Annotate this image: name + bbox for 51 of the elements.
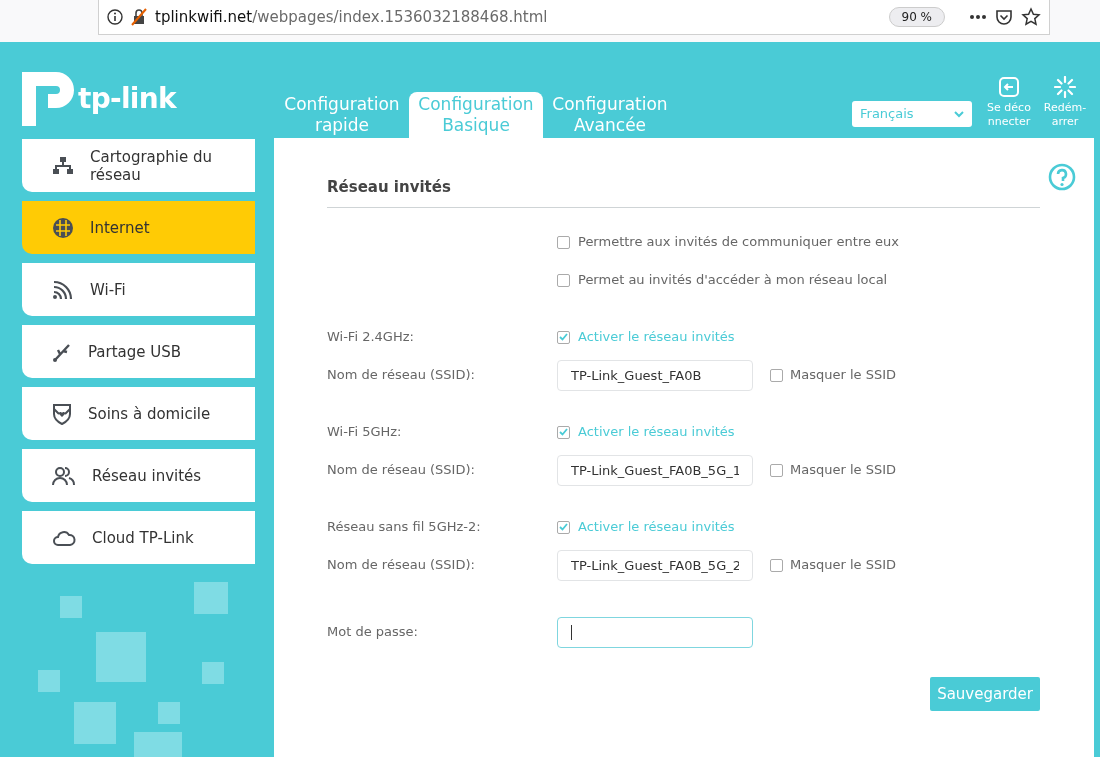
sidebar-item[interactable]: Réseau invités bbox=[22, 449, 255, 502]
checkbox[interactable] bbox=[557, 235, 570, 249]
checkbox-label[interactable]: Permet au invités d'accéder à mon réseau local bbox=[578, 270, 888, 290]
shield-icon bbox=[52, 402, 72, 425]
checkbox[interactable] bbox=[557, 330, 570, 344]
chevron-down-icon bbox=[954, 110, 964, 118]
field-label: Réseau sans fil 5GHz-2: bbox=[327, 519, 481, 535]
crossed-lock-icon[interactable] bbox=[131, 8, 147, 26]
help-icon[interactable] bbox=[1048, 163, 1076, 191]
sidebar-item[interactable]: Soins à domicile bbox=[22, 387, 255, 440]
logo-text: tp-link bbox=[78, 81, 176, 117]
globe-icon bbox=[52, 216, 74, 239]
checkbox[interactable] bbox=[770, 558, 783, 572]
people-icon bbox=[52, 465, 76, 486]
checkbox-label[interactable]: Masquer le SSID bbox=[790, 555, 896, 575]
checkbox[interactable] bbox=[557, 273, 570, 287]
checkbox-label[interactable]: Permettre aux invités de communiquer entre eux bbox=[578, 232, 900, 252]
info-icon[interactable] bbox=[107, 9, 123, 25]
spinner-icon bbox=[1054, 76, 1076, 98]
wifi-icon bbox=[52, 279, 74, 300]
checkbox[interactable] bbox=[557, 520, 570, 534]
sidebar-item[interactable]: Partage USB bbox=[22, 325, 255, 378]
cloud-icon bbox=[52, 528, 76, 547]
field-label: Nom de réseau (SSID): bbox=[327, 557, 475, 573]
checkbox[interactable] bbox=[557, 425, 570, 439]
ssid-field[interactable]: TP-Link_Guest_FA0B bbox=[557, 359, 753, 391]
logo-icon bbox=[22, 72, 74, 126]
more-icon[interactable] bbox=[969, 14, 987, 20]
sidebar-item[interactable]: Internet bbox=[22, 201, 255, 254]
checkbox[interactable] bbox=[770, 463, 783, 477]
network-map-icon bbox=[52, 155, 74, 176]
password-field[interactable] bbox=[557, 616, 753, 648]
checkbox-label[interactable]: Masquer le SSID bbox=[790, 365, 896, 385]
field-label: Nom de réseau (SSID): bbox=[327, 367, 475, 383]
checkbox-label[interactable]: Masquer le SSID bbox=[790, 460, 896, 480]
section-title: Réseau invités bbox=[327, 178, 451, 196]
ssid-field[interactable]: TP-Link_Guest_FA0B_5G_1 bbox=[557, 454, 753, 486]
ssid-field[interactable]: TP-Link_Guest_FA0B_5G_2 bbox=[557, 549, 753, 581]
pocket-icon[interactable] bbox=[995, 8, 1013, 26]
zoom-badge[interactable]: 90 % bbox=[888, 7, 945, 27]
checkbox[interactable] bbox=[770, 368, 783, 382]
star-icon[interactable] bbox=[1021, 7, 1041, 27]
field-label: Wi-Fi 2.4GHz: bbox=[327, 329, 414, 345]
url-text[interactable]: tplinkwifi.net/webpages/index.1536032188468.html bbox=[155, 5, 548, 29]
logout-icon bbox=[998, 76, 1020, 98]
sidebar-item[interactable]: Cartographie du réseau bbox=[22, 139, 255, 192]
field-label: Nom de réseau (SSID): bbox=[327, 462, 475, 478]
field-label: Wi-Fi 5GHz: bbox=[327, 424, 402, 440]
sidebar-item[interactable]: Wi-Fi bbox=[22, 263, 255, 316]
field-label: Mot de passe: bbox=[327, 624, 418, 640]
sidebar-item[interactable]: Cloud TP-Link bbox=[22, 511, 255, 564]
